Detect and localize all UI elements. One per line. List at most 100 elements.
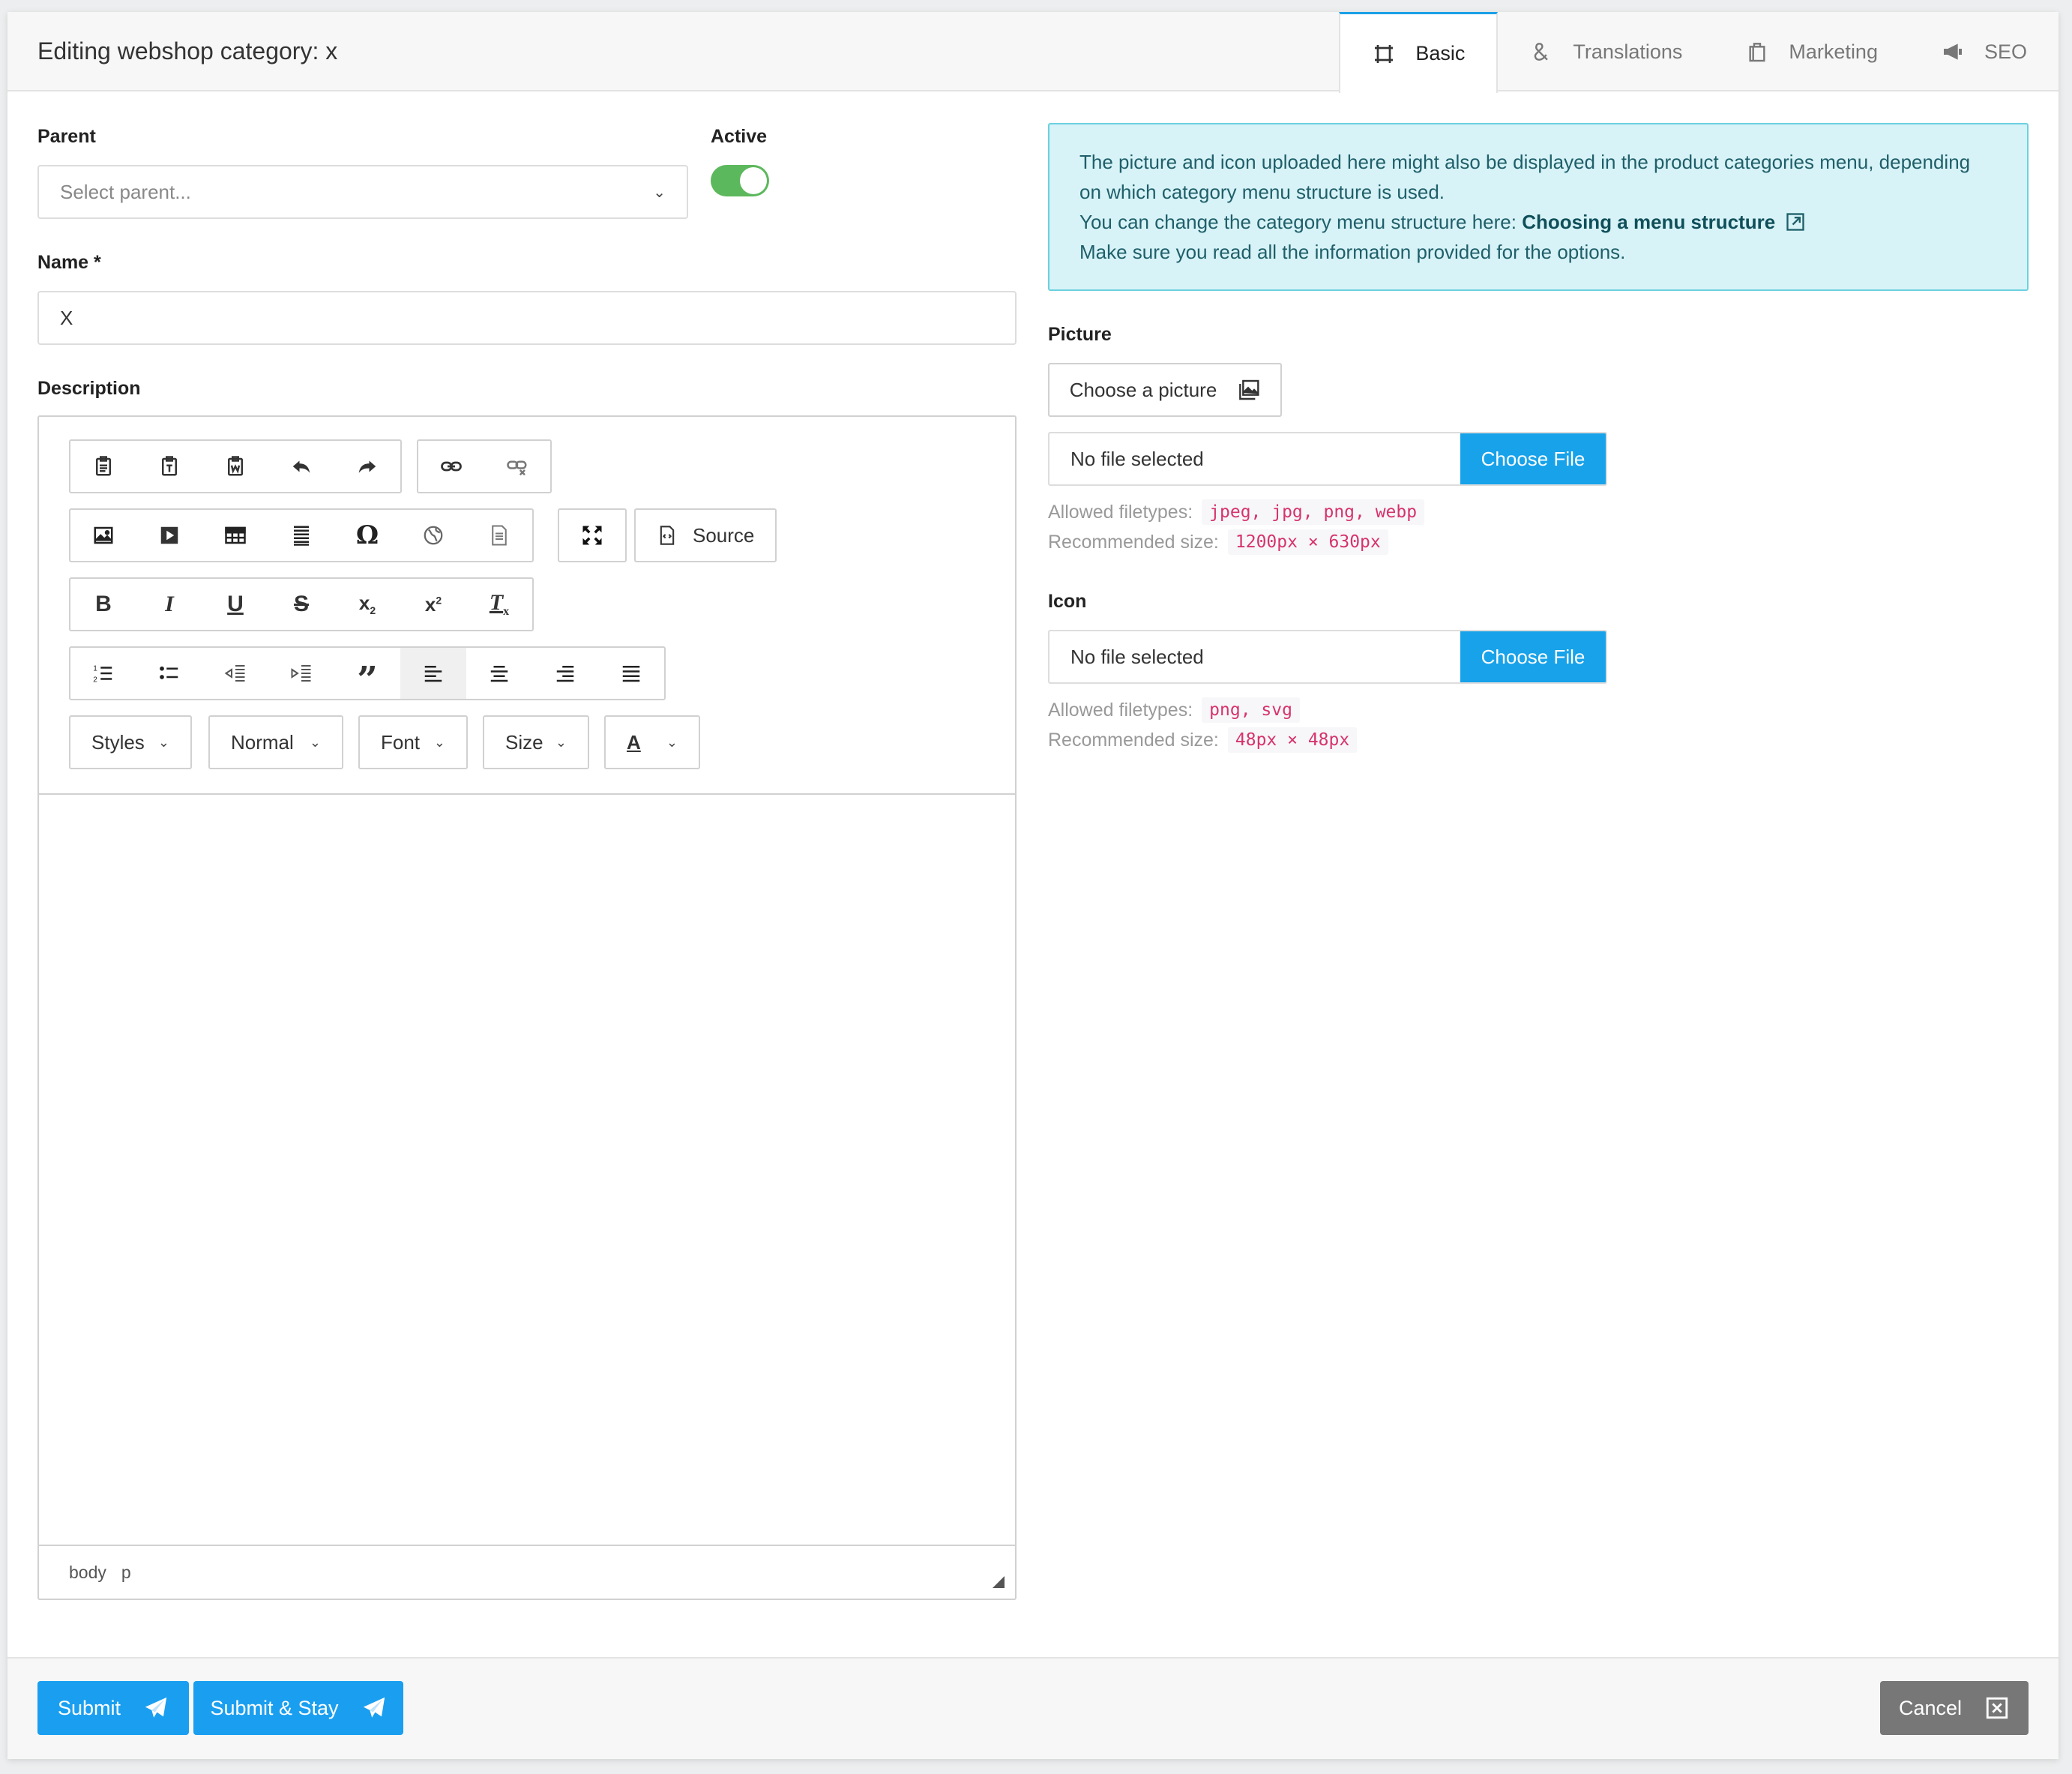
icon-choose-file-button[interactable]: Choose File: [1460, 631, 1606, 682]
numbered-list-button[interactable]: 12: [70, 648, 136, 699]
justify-button[interactable]: [598, 648, 664, 699]
picture-allowed-value: jpeg, jpg, png, webp: [1202, 499, 1425, 525]
tab-bar: Basic Translations Marketing SEO: [1339, 12, 2059, 93]
superscript-button[interactable]: x2: [400, 579, 466, 630]
redo-icon: [358, 460, 376, 473]
remove-format-icon: Tx: [489, 590, 510, 618]
name-label: Name *: [37, 252, 101, 273]
toggle-knob: [740, 167, 767, 194]
choose-picture-button[interactable]: Choose a picture: [1048, 363, 1282, 417]
chevron-down-icon: ⌄: [309, 734, 321, 750]
menu-structure-link[interactable]: Choosing a menu structure: [1522, 211, 1775, 233]
unlink-button[interactable]: [484, 441, 550, 492]
source-code-icon: [660, 526, 675, 545]
text-color-dropdown[interactable]: A ⌄: [604, 715, 700, 769]
tab-marketing[interactable]: Marketing: [1714, 12, 1909, 91]
paper-plane-icon: [363, 1697, 385, 1718]
tab-translations[interactable]: Translations: [1498, 12, 1714, 91]
paste-button[interactable]: [70, 441, 136, 492]
paragraph-group: 12 ”: [69, 646, 666, 700]
image-icon: [94, 526, 113, 544]
italic-button[interactable]: I: [136, 579, 202, 630]
outdent-icon: [224, 665, 245, 682]
blockquote-button[interactable]: ”: [334, 648, 400, 699]
name-input[interactable]: X: [37, 291, 1017, 345]
iframe-button[interactable]: [400, 510, 466, 561]
icon-size-value: 48px × 48px: [1227, 727, 1358, 753]
justify-icon: [622, 666, 640, 682]
active-toggle[interactable]: [711, 165, 769, 196]
video-button[interactable]: [136, 510, 202, 561]
external-link-icon[interactable]: [1785, 211, 1806, 232]
align-center-button[interactable]: [466, 648, 532, 699]
choose-picture-label: Choose a picture: [1069, 378, 1217, 401]
icon-allowed-label: Allowed filetypes:: [1048, 699, 1193, 721]
path-body[interactable]: body: [69, 1563, 106, 1583]
maximize-button[interactable]: [559, 510, 625, 561]
parent-placeholder: Select parent...: [60, 180, 191, 203]
icon-allowed-types: Allowed filetypes: png, svg: [1048, 697, 1300, 723]
bulleted-list-button[interactable]: [136, 648, 202, 699]
svg-text:2: 2: [93, 676, 97, 684]
name-input-value: X: [60, 306, 73, 329]
submit-label: Submit: [57, 1696, 121, 1719]
indent-button[interactable]: [268, 648, 334, 699]
underline-button[interactable]: U: [202, 579, 268, 630]
page-break-button[interactable]: [466, 510, 532, 561]
submit-button[interactable]: Submit: [37, 1681, 189, 1735]
paste-text-button[interactable]: [136, 441, 202, 492]
link-button[interactable]: [418, 441, 484, 492]
redo-button[interactable]: [334, 441, 400, 492]
picture-choose-file-button[interactable]: Choose File: [1460, 433, 1606, 484]
horizontal-line-button[interactable]: [268, 510, 334, 561]
tab-marketing-label: Marketing: [1789, 40, 1878, 63]
undo-icon: [292, 460, 310, 473]
megaphone-icon: [1943, 43, 1962, 60]
source-button[interactable]: Source: [634, 508, 777, 562]
omega-icon: Ω: [355, 520, 379, 550]
ampersand-icon: [1535, 43, 1549, 61]
align-right-button[interactable]: [532, 648, 598, 699]
editor-content-area[interactable]: [39, 795, 1015, 1545]
special-char-button[interactable]: Ω: [334, 510, 400, 561]
tab-seo-label: SEO: [1984, 40, 2027, 63]
format-dropdown[interactable]: Normal ⌄: [208, 715, 343, 769]
link-icon: [441, 461, 462, 472]
unlink-icon: [507, 460, 527, 476]
maximize-group: [558, 508, 627, 562]
submit-stay-button[interactable]: Submit & Stay: [193, 1681, 403, 1735]
picture-file-input[interactable]: No file selected Choose File: [1048, 432, 1607, 486]
cancel-button[interactable]: Cancel: [1880, 1681, 2029, 1735]
table-button[interactable]: [202, 510, 268, 561]
outdent-button[interactable]: [202, 648, 268, 699]
paste-word-button[interactable]: [202, 441, 268, 492]
size-dropdown[interactable]: Size ⌄: [483, 715, 589, 769]
styles-dropdown[interactable]: Styles ⌄: [69, 715, 192, 769]
modal-header: Editing webshop category: x Basic Transl…: [7, 12, 2059, 93]
tab-seo[interactable]: SEO: [1909, 12, 2059, 91]
path-p[interactable]: p: [121, 1563, 131, 1583]
font-dropdown[interactable]: Font ⌄: [358, 715, 468, 769]
picture-allowed-types: Allowed filetypes: jpeg, jpg, png, webp: [1048, 499, 1425, 525]
editor-status-bar: body p: [39, 1545, 1015, 1599]
paste-icon: [96, 456, 111, 476]
undo-button[interactable]: [268, 441, 334, 492]
tab-basic[interactable]: Basic: [1339, 12, 1499, 93]
bulleted-list-icon: [160, 666, 178, 679]
crop-frame-icon: [1375, 44, 1394, 63]
resize-handle-icon[interactable]: [993, 1576, 1005, 1588]
picture-recommended-size: Recommended size: 1200px × 630px: [1048, 529, 1388, 555]
subscript-button[interactable]: x2: [334, 579, 400, 630]
globe-icon: [424, 526, 443, 545]
align-left-button[interactable]: [400, 648, 466, 699]
align-left-icon: [424, 666, 442, 682]
icon-file-status: No file selected: [1070, 645, 1204, 668]
strikethrough-button[interactable]: S: [268, 579, 334, 630]
icon-file-input[interactable]: No file selected Choose File: [1048, 630, 1607, 684]
remove-format-button[interactable]: Tx: [466, 579, 532, 630]
italic-icon: I: [165, 592, 174, 616]
image-button[interactable]: [70, 510, 136, 561]
parent-select[interactable]: Select parent... ⌄: [37, 165, 688, 219]
bold-button[interactable]: B: [70, 579, 136, 630]
format-dropdown-label: Normal: [231, 730, 294, 754]
